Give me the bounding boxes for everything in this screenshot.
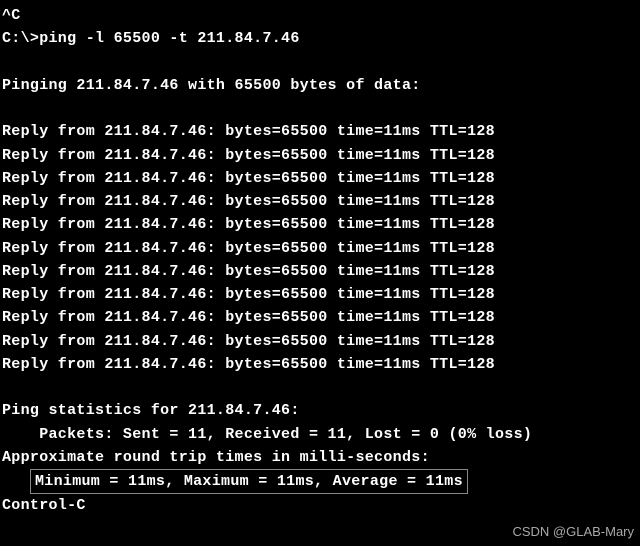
blank-line	[2, 97, 638, 120]
ping-statistics-header: Ping statistics for 211.84.7.46:	[2, 399, 638, 422]
ping-reply-line: Reply from 211.84.7.46: bytes=65500 time…	[2, 237, 638, 260]
rtt-header: Approximate round trip times in milli-se…	[2, 446, 638, 469]
control-c-line: Control-C	[2, 494, 638, 517]
command-prompt-line: C:\>ping -l 65500 -t 211.84.7.46	[2, 27, 638, 50]
packets-summary: Packets: Sent = 11, Received = 11, Lost …	[2, 423, 638, 446]
ping-reply-line: Reply from 211.84.7.46: bytes=65500 time…	[2, 190, 638, 213]
pinging-header: Pinging 211.84.7.46 with 65500 bytes of …	[2, 74, 638, 97]
ping-reply-line: Reply from 211.84.7.46: bytes=65500 time…	[2, 353, 638, 376]
rtt-summary-box: Minimum = 11ms, Maximum = 11ms, Average …	[2, 469, 638, 494]
rtt-summary: Minimum = 11ms, Maximum = 11ms, Average …	[30, 469, 468, 494]
blank-line	[2, 376, 638, 399]
ping-reply-line: Reply from 211.84.7.46: bytes=65500 time…	[2, 306, 638, 329]
interrupt-signal: ^C	[2, 4, 638, 27]
blank-line	[2, 51, 638, 74]
ping-reply-line: Reply from 211.84.7.46: bytes=65500 time…	[2, 167, 638, 190]
ping-reply-line: Reply from 211.84.7.46: bytes=65500 time…	[2, 283, 638, 306]
ping-reply-line: Reply from 211.84.7.46: bytes=65500 time…	[2, 120, 638, 143]
ping-reply-line: Reply from 211.84.7.46: bytes=65500 time…	[2, 213, 638, 236]
ping-reply-line: Reply from 211.84.7.46: bytes=65500 time…	[2, 260, 638, 283]
ping-reply-line: Reply from 211.84.7.46: bytes=65500 time…	[2, 144, 638, 167]
watermark-text: CSDN @GLAB-Mary	[512, 522, 634, 542]
ping-reply-line: Reply from 211.84.7.46: bytes=65500 time…	[2, 330, 638, 353]
